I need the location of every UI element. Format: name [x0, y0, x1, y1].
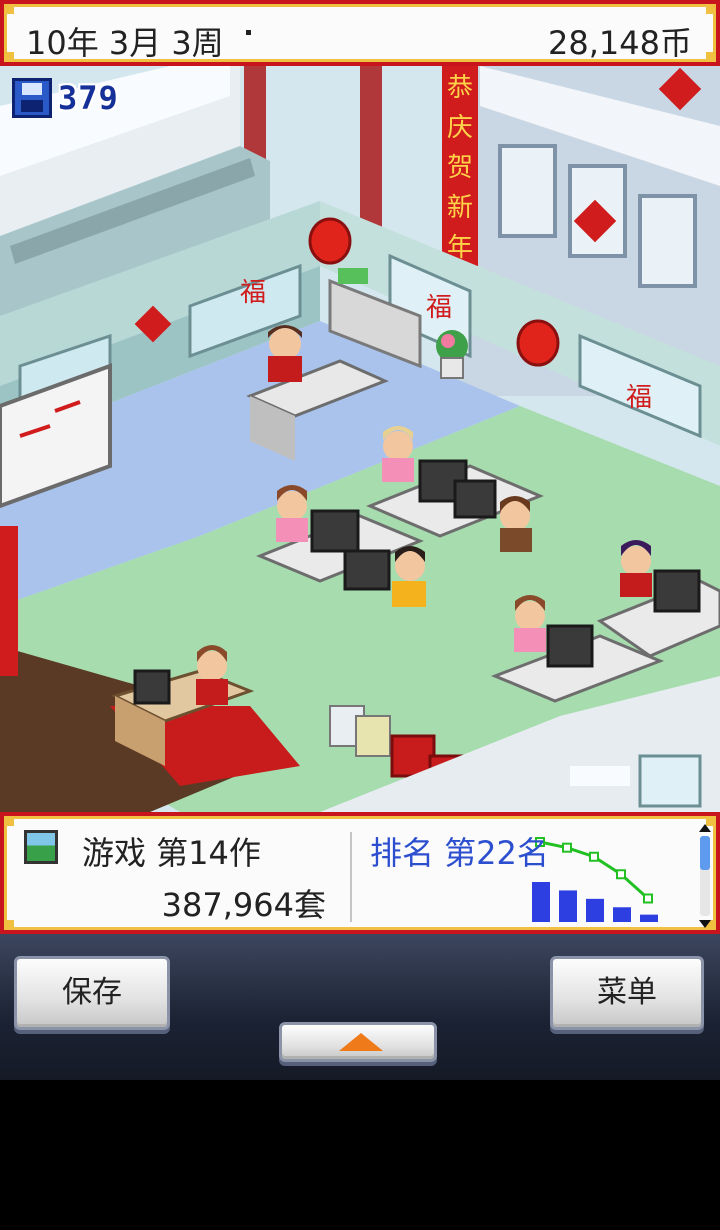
rank-point — [562, 842, 572, 853]
sales-bar — [586, 898, 604, 922]
svg-text:福: 福 — [240, 278, 266, 308]
office-scene[interactable]: 恭 庆 贺 新 年 福 福 福 379 — [0, 66, 720, 812]
computer-monitor — [310, 509, 360, 553]
rank-points — [535, 837, 653, 904]
pillar — [360, 66, 382, 236]
panel-divider — [350, 832, 352, 922]
save-button[interactable]: 保存 — [14, 956, 170, 1030]
save-counter: 379 — [12, 78, 119, 118]
sales-bar — [559, 890, 577, 922]
office-illustration: 恭 庆 贺 新 年 福 福 福 — [0, 66, 720, 812]
staff-member — [621, 546, 651, 576]
frame-corner — [706, 4, 716, 14]
empty-area — [0, 1080, 720, 1230]
computer-monitor — [343, 549, 391, 591]
computer-monitor — [453, 479, 497, 519]
red-lantern — [308, 217, 352, 265]
svg-text:贺: 贺 — [447, 153, 473, 183]
staff-member — [269, 328, 301, 360]
save-count-value: 379 — [58, 79, 119, 117]
rank-point — [643, 893, 653, 904]
frame-corner — [4, 4, 14, 14]
banner-text: 恭 庆 贺 新 年 — [447, 73, 473, 263]
scroll-thumb[interactable] — [700, 836, 710, 870]
frame-corner — [4, 920, 14, 930]
staff-member — [515, 601, 545, 631]
game-sales: 387,964套 — [161, 886, 326, 924]
game-date: 10年 3月 3周 — [26, 24, 224, 62]
arrow-up-icon — [339, 1033, 383, 1051]
game-title: 游戏 第14作 — [82, 834, 261, 872]
svg-text:庆: 庆 — [447, 113, 473, 143]
computer-monitor — [133, 669, 171, 705]
rank-point — [589, 851, 599, 862]
scroll-up-arrow-icon[interactable] — [699, 824, 711, 832]
menu-button[interactable]: 菜单 — [550, 956, 704, 1030]
scroll-track[interactable] — [700, 836, 710, 916]
staff-member — [277, 491, 307, 521]
rank-label: 排名 第22名 — [370, 834, 549, 872]
floppy-disk-icon — [12, 78, 52, 118]
sales-bar — [640, 914, 658, 922]
rank-line — [539, 840, 650, 900]
computer-monitor — [653, 569, 701, 613]
bottom-controls: 保存 菜单 — [0, 934, 720, 1080]
expand-panel-button[interactable] — [279, 1022, 437, 1062]
sales-bar — [613, 907, 631, 922]
svg-text:恭: 恭 — [447, 73, 473, 103]
svg-text:新: 新 — [447, 193, 473, 223]
status-bar: 10年 3月 3周 28,148币 — [0, 0, 720, 66]
red-lantern — [516, 319, 560, 367]
scroll-down-arrow-icon[interactable] — [699, 920, 711, 928]
money-counter: 28,148币 — [548, 24, 692, 62]
game-info-panel[interactable]: 游戏 第14作 387,964套 排名 第22名 — [0, 812, 720, 934]
svg-text:福: 福 — [626, 383, 652, 413]
rank-point — [616, 869, 626, 880]
frame-corner — [706, 52, 716, 62]
frame-corner — [4, 816, 14, 826]
computer-monitor — [546, 624, 594, 668]
game-cartridge-icon — [24, 830, 58, 864]
sales-bar — [532, 882, 550, 922]
staff-member — [383, 431, 413, 461]
sales-bars — [532, 882, 658, 922]
svg-text:福: 福 — [426, 293, 452, 323]
panel-scrollbar[interactable] — [698, 824, 712, 928]
frame-corner — [4, 52, 14, 62]
date-indicator-dot — [246, 30, 251, 35]
